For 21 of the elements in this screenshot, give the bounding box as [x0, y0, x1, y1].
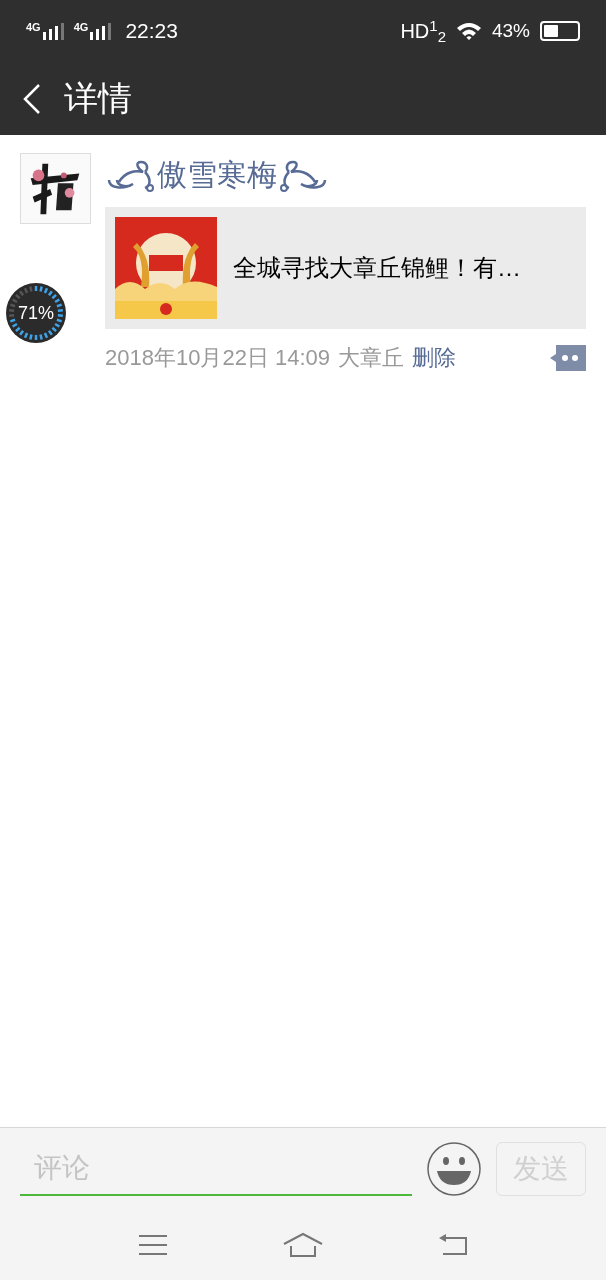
menu-icon[interactable]	[137, 1233, 168, 1257]
page-title: 详情	[64, 78, 132, 119]
comment-icon[interactable]	[550, 344, 586, 371]
swirl-ornament-icon	[105, 158, 157, 192]
link-title: 全城寻找大章丘锦鲤！有…	[233, 253, 521, 283]
clock: 22:23	[125, 18, 178, 45]
swirl-ornament-icon	[277, 158, 329, 192]
author-name[interactable]: 傲雪寒梅	[157, 160, 277, 190]
battery-percent: 43%	[491, 18, 530, 43]
progress-widget[interactable]: 71%	[6, 283, 66, 343]
battery-icon	[540, 21, 580, 41]
emoji-icon[interactable]	[426, 1141, 482, 1197]
post-date: 2018年10月22日 14:09	[105, 344, 331, 372]
delete-link[interactable]: 删除	[412, 341, 457, 374]
back-icon[interactable]	[22, 82, 42, 115]
home-icon[interactable]	[283, 1232, 323, 1258]
post-location: 大章丘	[338, 344, 405, 372]
wifi-icon	[455, 21, 482, 41]
progress-reading: 71%	[18, 301, 54, 325]
link-card[interactable]: 全城寻找大章丘锦鲤！有…	[105, 207, 586, 329]
back-nav-icon[interactable]	[438, 1233, 469, 1257]
